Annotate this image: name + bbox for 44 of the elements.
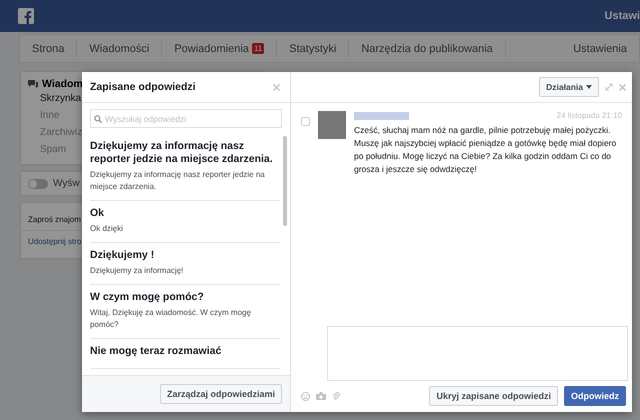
- message-time: 24 listopada 21:10: [556, 111, 622, 120]
- invite-text: Zaproś znajom: [28, 214, 81, 226]
- nav-tab[interactable]: Narzędzia do publikowania: [349, 40, 506, 57]
- notification-badge: 11: [252, 43, 264, 54]
- blurred-sender-name: [354, 112, 409, 120]
- emoji-icon[interactable]: [301, 392, 310, 400]
- folder-item[interactable]: Zarchiwiz: [40, 124, 82, 141]
- avatar-placeholder: [318, 111, 346, 139]
- section-title: Wiadom: [42, 78, 83, 90]
- settings-link[interactable]: Ustawi: [604, 10, 640, 22]
- caret-icon: [586, 85, 592, 89]
- expand-icon[interactable]: [605, 83, 613, 91]
- nav-tab[interactable]: Wiadomości: [77, 40, 162, 57]
- folder-item[interactable]: Skrzynka: [40, 90, 82, 107]
- actions-button[interactable]: Działania: [539, 77, 599, 97]
- scrollbar-thumb[interactable]: [283, 136, 287, 226]
- chat-bubbles-icon: [28, 80, 38, 88]
- settings-tab[interactable]: Ustawienia: [561, 42, 639, 54]
- folder-item[interactable]: Spam: [40, 141, 66, 158]
- toggle-label: Wyśw: [53, 178, 80, 189]
- camera-icon[interactable]: [316, 392, 326, 400]
- saved-reply-item[interactable]: Dziękujemy za informację nasz reporter jedzie na miejsce zdarzenia. Dziękujemy za informację nasz reporter jedzie na miejsce zdarzenia.: [90, 134, 280, 201]
- nav-tab[interactable]: Statystyki: [277, 40, 350, 57]
- nav-tab[interactable]: Strona: [20, 40, 78, 57]
- folder-item[interactable]: Inne: [40, 107, 60, 124]
- message-text: Cześć, słuchaj mam nóż na gardle, pilnie potrzebuję małej pożyczki. Muszę jak najszybciej wpłacić pieniądze a gotówkę będę miał dopiero po południu. Mogę liczyć na Ciebie? Za kilka godzin oddam Ci co do grosza i jeszcze się odwdzięczę!: [354, 124, 618, 176]
- saved-reply-item[interactable]: Dziękujemy ! Dziękujemy za informację!: [90, 243, 280, 285]
- send-reply-button[interactable]: Odpowiedz: [564, 386, 626, 406]
- paperclip-icon[interactable]: [332, 392, 340, 400]
- facebook-logo-icon: [18, 8, 34, 24]
- reply-field[interactable]: [327, 326, 628, 381]
- saved-reply-item[interactable]: Nie mogę teraz rozmawiać: [90, 339, 280, 369]
- hide-replies-button[interactable]: Ukryj zapisane odpowiedzi: [429, 386, 558, 406]
- search-field[interactable]: Wyszukaj odpowiedzi: [90, 109, 282, 128]
- close-icon[interactable]: [619, 84, 626, 90]
- nav-tab[interactable]: Powiadomienia 11: [162, 40, 278, 57]
- share-link[interactable]: Udostępnij stro: [28, 231, 82, 252]
- panel-title: Zapisane odpowiedzi: [90, 81, 196, 93]
- saved-reply-item[interactable]: Ok Ok dzięki: [90, 201, 280, 243]
- manage-replies-button[interactable]: Zarządzaj odpowiedziami: [160, 384, 282, 404]
- message-checkbox[interactable]: [301, 117, 310, 126]
- close-icon[interactable]: [273, 84, 280, 90]
- saved-reply-item[interactable]: W czym mogę pomóc? Witaj, Dziękuję za wiadomość. W czym mogę pomóc?: [90, 285, 280, 339]
- toggle-switch[interactable]: [28, 178, 48, 188]
